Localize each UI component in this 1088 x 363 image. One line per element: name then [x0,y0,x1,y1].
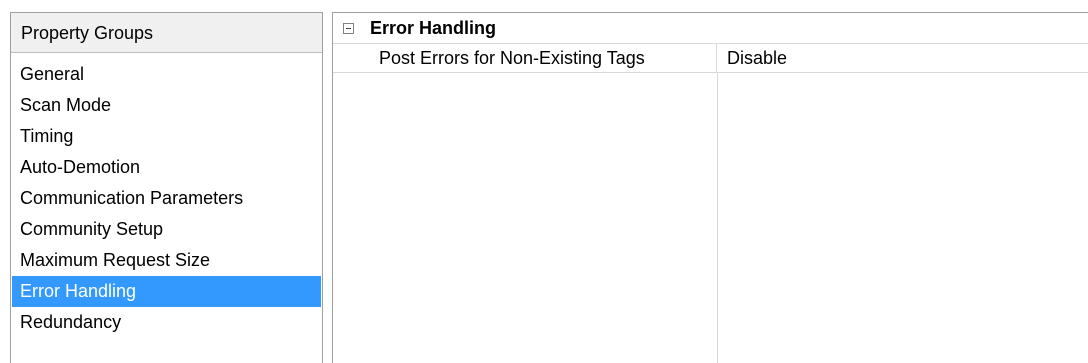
property-row[interactable]: Post Errors for Non-Existing Tags Disabl… [333,43,1088,73]
property-row-gutter [333,44,363,72]
collapse-minus-icon[interactable] [343,22,354,34]
property-groups-list: General Scan Mode Timing Auto-Demotion C… [11,53,322,338]
group-item-maximum-request-size[interactable]: Maximum Request Size [12,245,321,276]
group-item-timing[interactable]: Timing [12,121,321,152]
group-item-auto-demotion[interactable]: Auto-Demotion [12,152,321,183]
group-item-general[interactable]: General [12,59,321,90]
property-editor: Property Groups General Scan Mode Timing… [0,0,1088,363]
category-title: Error Handling [370,17,497,38]
property-value[interactable]: Disable [717,44,1088,72]
property-name: Post Errors for Non-Existing Tags [363,44,717,72]
property-groups-panel: Property Groups General Scan Mode Timing… [10,12,323,363]
group-item-redundancy[interactable]: Redundancy [12,307,321,338]
group-item-communication-parameters[interactable]: Communication Parameters [12,183,321,214]
property-groups-header: Property Groups [11,13,322,53]
group-item-community-setup[interactable]: Community Setup [12,214,321,245]
property-grid: Error Handling Post Errors for Non-Exist… [332,12,1088,363]
column-divider [717,73,718,363]
group-item-scan-mode[interactable]: Scan Mode [12,90,321,121]
property-grid-empty-area [333,73,1088,363]
group-item-error-handling[interactable]: Error Handling [12,276,321,307]
category-row-error-handling[interactable]: Error Handling [333,13,1088,43]
